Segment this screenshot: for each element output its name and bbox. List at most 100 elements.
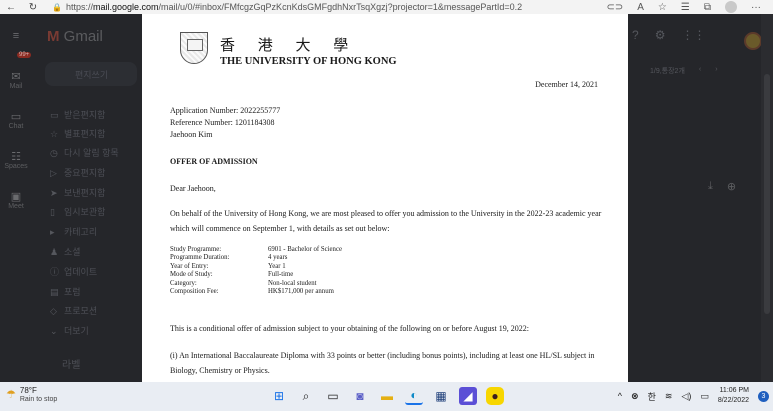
folder-promotions[interactable]: ◇ 프로모션 [50, 304, 97, 317]
download-icon[interactable]: ⤓ [708, 180, 713, 193]
label-icon: ▸ [50, 227, 55, 237]
settings-gear-icon[interactable]: ⚙ [655, 28, 666, 42]
chat-icon: ▭ [10, 111, 22, 123]
info-icon: ⓘ [50, 267, 60, 277]
folder-categories[interactable]: ▸ 카테고리 [50, 225, 97, 238]
battery-icon[interactable]: ▭ [700, 391, 709, 402]
rail-chat[interactable]: ▭ Chat [0, 110, 32, 130]
lock-icon: 🔒 [52, 2, 62, 12]
folder-snoozed[interactable]: ◷ 다시 알림 항목 [50, 146, 119, 159]
store-icon[interactable]: ▦ [432, 387, 450, 405]
folder-important[interactable]: ▷ 중요편지함 [50, 166, 105, 179]
chevron-down-icon: ⌄ [50, 326, 58, 336]
application-number: Application Number: 2022255777 [170, 106, 281, 115]
rail-meet[interactable]: ▣ Meet [0, 190, 32, 210]
rail-spaces[interactable]: ☷ Spaces [0, 150, 32, 170]
chevron-up-icon[interactable]: ^ [618, 391, 622, 401]
edge-browser-icon[interactable]: ◐ [405, 387, 423, 405]
hamburger-icon[interactable]: ≡ [0, 30, 32, 42]
windows-start-icon[interactable]: ⊞ [270, 387, 288, 405]
more-menu-icon[interactable]: ··· [751, 2, 761, 13]
university-name-english: THE UNIVERSITY OF HONG KONG [220, 56, 397, 67]
detail-row: Composition Fee: HK$171,000 per annum [170, 288, 334, 296]
error-status-icon[interactable]: ⊗ [631, 391, 639, 402]
file-explorer-icon[interactable]: ▬ [378, 387, 396, 405]
favorite-icon[interactable]: ☆ [658, 2, 667, 13]
university-crest-icon [180, 32, 208, 64]
viewer-actions: ⤓ ⊕ [708, 180, 736, 193]
help-icon[interactable]: ? [632, 28, 639, 42]
rail-mail[interactable]: ✉ Mail [0, 70, 32, 90]
pager: 1/9,통장2개 ‹ › [650, 66, 718, 76]
spaces-icon: ☷ [11, 151, 21, 163]
url-text: https://mail.google.com/mail/u/0/#inbox/… [65, 2, 523, 12]
gmail-side-rail: ≡ ✉ Mail ▭ Chat ☷ Spaces ▣ Meet [0, 14, 32, 382]
gmail-logo[interactable]: M Gmail [47, 28, 103, 45]
condition-item-1: (i) An International Baccalaureate Diplo… [170, 351, 595, 375]
folder-updates[interactable]: ⓘ 업데이트 [50, 265, 97, 278]
weather-desc: Rain to stop [19, 396, 58, 403]
important-icon: ▷ [50, 168, 57, 178]
weather-widget[interactable]: ☂ 78°F Rain to stop [6, 386, 57, 404]
search-icon[interactable]: ⌕ [297, 387, 315, 405]
volume-icon[interactable]: ◁) [681, 391, 691, 402]
favorites-bar-icon[interactable]: ☰ [681, 2, 690, 13]
folder-drafts[interactable]: ▯ 임시보관함 [50, 205, 105, 218]
photos-app-icon[interactable]: ◢ [459, 387, 477, 405]
gmail-header-actions: ? ⚙ ⋮⋮ [632, 28, 705, 42]
clock-icon: ◷ [50, 148, 58, 158]
star-icon: ☆ [50, 129, 59, 139]
university-name-chinese: 香 港 大 學 [220, 36, 358, 54]
folder-social[interactable]: ♟ 소셜 [50, 245, 81, 258]
collections-icon[interactable]: ⧉ [704, 2, 711, 13]
reload-icon[interactable]: ↻ [22, 2, 44, 13]
back-arrow-icon[interactable]: ← [0, 2, 22, 13]
letter-heading: OFFER OF ADMISSION [170, 157, 258, 166]
forum-icon: ▤ [50, 287, 59, 297]
draft-icon: ▯ [50, 207, 55, 217]
detail-row: Mode of Study: Full-time [170, 271, 294, 279]
profile-avatar[interactable] [725, 1, 737, 13]
folder-inbox[interactable]: ▭ 받은편지함 [50, 108, 105, 121]
ime-indicator[interactable]: 한 [648, 390, 656, 403]
folder-sent[interactable]: ➤ 보낸편지함 [50, 186, 105, 199]
detail-row: Study Programme: 6901 - Bachelor of Scien… [170, 246, 342, 253]
system-tray: ^ ⊗ 한 ≋ ◁) ▭ 11:06 PM 8/22/2022 3 [618, 386, 769, 406]
reference-number: Reference Number: 1201184308 [170, 118, 275, 127]
folder-starred[interactable]: ☆ 별표편지함 [50, 127, 105, 140]
folder-more[interactable]: ⌄ 더보기 [50, 324, 89, 337]
scrollbar[interactable] [761, 14, 773, 382]
task-view-icon[interactable]: ▭ [324, 387, 342, 405]
read-aloud-icon[interactable]: A [637, 2, 644, 13]
inbox-icon: ▭ [50, 110, 59, 120]
folder-forums[interactable]: ▤ 포럼 [50, 285, 81, 298]
windows-taskbar: ☂ 78°F Rain to stop ⊞ ⌕ ▭ ◙ ▬ ◐ ▦ ◢ ● ^ … [0, 382, 773, 411]
apps-grid-icon[interactable]: ⋮⋮ [681, 28, 705, 42]
drive-add-icon[interactable]: ⊕ [727, 180, 736, 193]
salutation: Dear Jaehoon, [170, 184, 216, 193]
social-icon: ♟ [50, 247, 59, 257]
clock[interactable]: 11:06 PM 8/22/2022 [718, 386, 749, 406]
account-avatar[interactable] [744, 32, 762, 50]
detail-row: Category: Non-local student [170, 279, 317, 287]
clock-date: 8/22/2022 [717, 397, 749, 404]
unread-badge: 99+ [17, 52, 32, 58]
offer-paragraph: On behalf of the University of Hong Kong… [170, 209, 602, 233]
mail-icon: ✉ [11, 71, 21, 83]
address-bar[interactable]: 🔒 https://mail.google.com/mail/u/0/#inbo… [52, 1, 522, 13]
reader-icon[interactable]: ⊂⊃ [606, 2, 623, 13]
scrollbar-thumb[interactable] [764, 74, 770, 314]
weather-icon: ☂ [6, 389, 16, 401]
browser-toolbar: ← ↻ 🔒 https://mail.google.com/mail/u/0/#… [0, 0, 773, 14]
pager-text: 1/9,통장2개 [650, 68, 685, 75]
chevron-left-icon[interactable]: ‹ [699, 66, 701, 76]
compose-button[interactable]: 편지쓰기 [45, 62, 137, 86]
kakaotalk-icon[interactable]: ● [486, 387, 504, 405]
wifi-icon[interactable]: ≋ [665, 391, 673, 402]
tag-icon: ◇ [50, 306, 57, 316]
notification-badge[interactable]: 3 [758, 390, 769, 402]
chevron-right-icon[interactable]: › [715, 66, 717, 76]
labels-heading: 라벨 [62, 360, 81, 371]
chat-app-icon[interactable]: ◙ [351, 387, 369, 405]
detail-row: Year of Entry: Year 1 [170, 262, 286, 270]
